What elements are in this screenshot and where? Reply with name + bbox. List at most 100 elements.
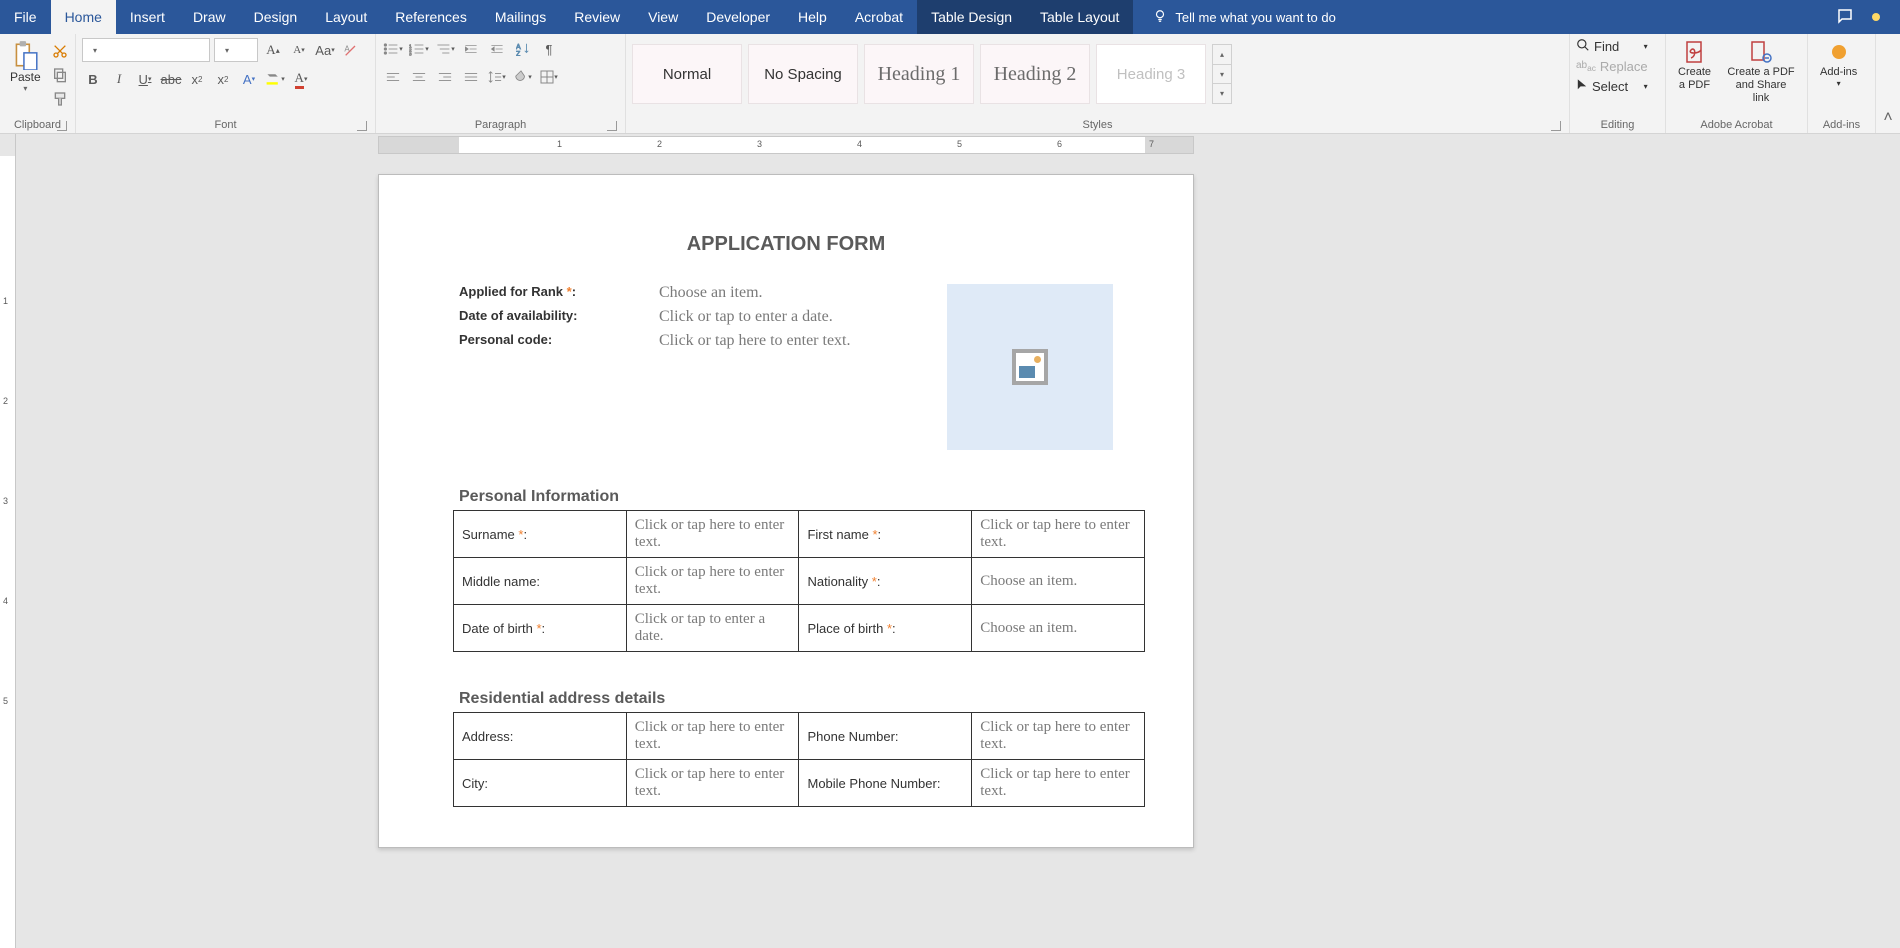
pending-dot-icon[interactable]	[1872, 13, 1880, 21]
address-table: Address: Click or tap here to enter text…	[453, 712, 1145, 807]
style-heading1[interactable]: Heading 1	[864, 44, 974, 104]
value-phone[interactable]: Click or tap here to enter text.	[972, 713, 1145, 760]
photo-placeholder[interactable]	[947, 284, 1113, 450]
svg-text:Z: Z	[516, 51, 521, 56]
styles-down-button[interactable]: ▾	[1213, 65, 1231, 85]
align-right-button[interactable]	[434, 66, 456, 88]
format-painter-button[interactable]	[49, 88, 71, 110]
tab-table-design[interactable]: Table Design	[917, 0, 1026, 34]
font-size-combo[interactable]: ▾	[214, 38, 258, 62]
pdf-icon	[1681, 40, 1709, 64]
paragraph-launcher[interactable]	[607, 121, 617, 131]
change-case-button[interactable]: Aa▾	[314, 39, 336, 61]
tab-acrobat[interactable]: Acrobat	[841, 0, 917, 34]
value-address[interactable]: Click or tap here to enter text.	[626, 713, 799, 760]
shrink-font-button[interactable]: A▾	[288, 39, 310, 61]
line-spacing-button[interactable]: ▾	[486, 66, 508, 88]
create-share-pdf-button[interactable]: Create a PDFand Share link	[1721, 38, 1801, 108]
create-pdf-button[interactable]: Createa PDF	[1672, 38, 1717, 94]
value-dob[interactable]: Click or tap to enter a date.	[626, 605, 799, 652]
tab-references[interactable]: References	[381, 0, 481, 34]
styles-up-button[interactable]: ▴	[1213, 45, 1231, 65]
copy-button[interactable]	[49, 64, 71, 86]
addins-button[interactable]: Add-ins ▾	[1814, 38, 1863, 91]
svg-text:A: A	[344, 44, 350, 53]
value-firstname[interactable]: Click or tap here to enter text.	[972, 511, 1145, 558]
ruler-mark: 6	[1057, 139, 1062, 149]
borders-button[interactable]: ▾	[538, 66, 560, 88]
field-placeholder-availability[interactable]: Click or tap to enter a date.	[659, 308, 833, 326]
collapse-ribbon-button[interactable]: ˄	[1876, 34, 1900, 133]
decrease-indent-button[interactable]	[460, 38, 482, 60]
document-area: 1 2 3 4 5 APPLICATION FORM Applied for R…	[0, 156, 1900, 948]
style-heading3[interactable]: Heading 3	[1096, 44, 1206, 104]
cut-button[interactable]	[49, 40, 71, 62]
tab-mailings[interactable]: Mailings	[481, 0, 560, 34]
align-center-button[interactable]	[408, 66, 430, 88]
ribbon: Paste ▾ Clipboard ▾ ▾ A▴ A▾ Aa▾ A B	[0, 34, 1900, 134]
font-name-combo[interactable]: ▾	[82, 38, 210, 62]
multilevel-list-button[interactable]: ▾	[434, 38, 456, 60]
superscript-button[interactable]: x2	[212, 68, 234, 90]
tab-table-layout[interactable]: Table Layout	[1026, 0, 1133, 34]
comments-icon[interactable]	[1836, 7, 1854, 28]
bold-button[interactable]: B	[82, 68, 104, 90]
strikethrough-button[interactable]: abc	[160, 68, 182, 90]
tab-file[interactable]: File	[0, 0, 51, 34]
value-surname[interactable]: Click or tap here to enter text.	[626, 511, 799, 558]
group-clipboard: Paste ▾ Clipboard	[0, 34, 76, 133]
value-nationality[interactable]: Choose an item.	[972, 558, 1145, 605]
paste-button[interactable]: Paste ▾	[6, 38, 45, 95]
addins-icon	[1825, 40, 1853, 64]
tab-review[interactable]: Review	[560, 0, 634, 34]
select-button[interactable]: Select▾	[1576, 78, 1648, 95]
style-heading2[interactable]: Heading 2	[980, 44, 1090, 104]
replace-button[interactable]: abac Replace	[1576, 59, 1648, 74]
tab-developer[interactable]: Developer	[692, 0, 784, 34]
ribbon-tabs: File Home Insert Draw Design Layout Refe…	[0, 0, 1900, 34]
sort-button[interactable]: AZ	[512, 38, 534, 60]
subscript-button[interactable]: x2	[186, 68, 208, 90]
field-placeholder-personal-code[interactable]: Click or tap here to enter text.	[659, 332, 850, 350]
style-normal[interactable]: Normal	[632, 44, 742, 104]
value-city[interactable]: Click or tap here to enter text.	[626, 760, 799, 807]
text-effects-button[interactable]: A▾	[238, 68, 260, 90]
paste-icon	[10, 40, 40, 70]
tell-me-search[interactable]: Tell me what you want to do	[1153, 0, 1335, 34]
increase-indent-button[interactable]	[486, 38, 508, 60]
field-placeholder-rank[interactable]: Choose an item.	[659, 284, 763, 302]
value-middlename[interactable]: Click or tap here to enter text.	[626, 558, 799, 605]
bullets-button[interactable]: ▾	[382, 38, 404, 60]
find-button[interactable]: Find▾	[1576, 38, 1648, 55]
tab-help[interactable]: Help	[784, 0, 841, 34]
show-paragraph-marks-button[interactable]: ¶	[538, 38, 560, 60]
styles-launcher[interactable]	[1551, 121, 1561, 131]
clear-formatting-button[interactable]: A	[340, 39, 362, 61]
shading-button[interactable]: ▾	[512, 66, 534, 88]
clipboard-launcher[interactable]	[57, 121, 67, 131]
tab-home[interactable]: Home	[51, 0, 116, 34]
page[interactable]: APPLICATION FORM Applied for Rank *: Cho…	[378, 174, 1194, 848]
justify-button[interactable]	[460, 66, 482, 88]
font-color-button[interactable]: A▾	[290, 68, 312, 90]
font-launcher[interactable]	[357, 121, 367, 131]
tab-view[interactable]: View	[634, 0, 692, 34]
cursor-icon	[1576, 78, 1588, 95]
style-no-spacing[interactable]: No Spacing	[748, 44, 858, 104]
italic-button[interactable]: I	[108, 68, 130, 90]
value-pob[interactable]: Choose an item.	[972, 605, 1145, 652]
grow-font-button[interactable]: A▴	[262, 39, 284, 61]
group-styles: Normal No Spacing Heading 1 Heading 2 He…	[626, 34, 1570, 133]
tab-insert[interactable]: Insert	[116, 0, 179, 34]
vertical-ruler[interactable]: 1 2 3 4 5	[0, 156, 16, 948]
horizontal-ruler[interactable]: 1 2 3 4 5 6 7	[378, 136, 1194, 154]
styles-more-button[interactable]: ▾	[1213, 84, 1231, 103]
underline-button[interactable]: U▾	[134, 68, 156, 90]
tab-layout[interactable]: Layout	[311, 0, 381, 34]
numbering-button[interactable]: 123▾	[408, 38, 430, 60]
highlight-button[interactable]: ▾	[264, 68, 286, 90]
value-mobile[interactable]: Click or tap here to enter text.	[972, 760, 1145, 807]
tab-design[interactable]: Design	[240, 0, 312, 34]
tab-draw[interactable]: Draw	[179, 0, 240, 34]
align-left-button[interactable]	[382, 66, 404, 88]
